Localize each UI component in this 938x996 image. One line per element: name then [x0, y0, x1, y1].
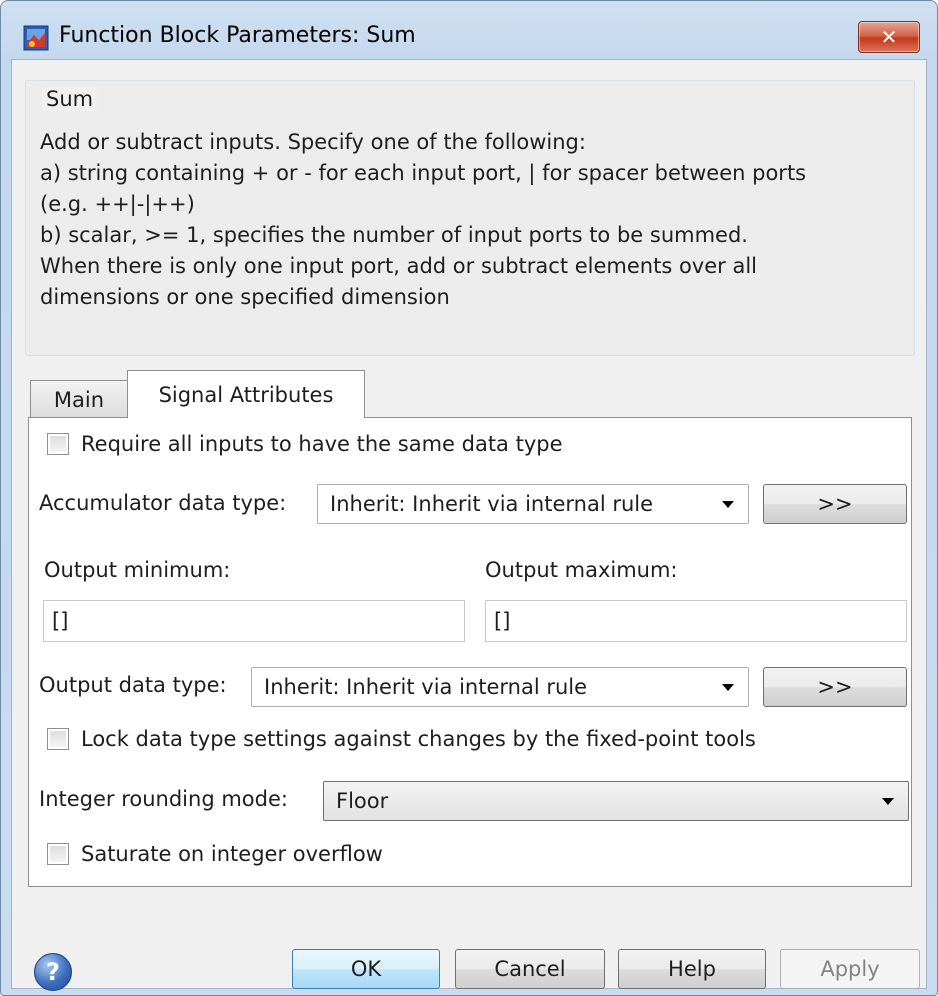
lock-settings-row[interactable]: Lock data type settings against changes … [47, 727, 756, 751]
dialog-client-area: Sum Add or subtract inputs. Specify one … [11, 59, 927, 991]
group-legend: Sum [42, 87, 98, 111]
help-button[interactable]: Help [618, 949, 766, 989]
saturate-checkbox[interactable] [47, 843, 69, 865]
output-minimum-label: Output minimum: [44, 558, 231, 582]
output-maximum-input[interactable]: [] [485, 600, 907, 642]
tab-strip: Main Signal Attributes [30, 368, 910, 418]
description-group: Sum Add or subtract inputs. Specify one … [25, 80, 915, 356]
close-icon: ✕ [880, 25, 898, 49]
output-type-label: Output data type: [39, 673, 227, 697]
output-type-value: Inherit: Inherit via internal rule [264, 675, 588, 699]
chevron-down-icon [722, 501, 734, 508]
description-line: (e.g. ++|-|++) [40, 192, 195, 216]
chevron-down-icon [722, 684, 734, 691]
window-title: Function Block Parameters: Sum [59, 23, 416, 48]
lock-settings-label: Lock data type settings against changes … [81, 727, 756, 751]
block-description: Add or subtract inputs. Specify one of t… [40, 127, 906, 313]
accumulator-assistant-button[interactable]: >> [763, 484, 907, 524]
accumulator-type-row: Accumulator data type: [39, 491, 286, 515]
description-line: a) string containing + or - for each inp… [40, 161, 807, 185]
accumulator-type-label: Accumulator data type: [39, 491, 287, 515]
require-same-type-label: Require all inputs to have the same data… [81, 432, 563, 456]
rounding-mode-select[interactable]: Floor [323, 781, 909, 821]
accumulator-type-select[interactable]: Inherit: Inherit via internal rule [317, 484, 749, 524]
output-maximum-row: Output maximum: [485, 558, 678, 582]
signal-attributes-panel: Require all inputs to have the same data… [28, 417, 912, 887]
saturate-label: Saturate on integer overflow [81, 842, 383, 866]
chevron-down-icon [882, 798, 894, 805]
require-same-type-checkbox[interactable] [47, 433, 69, 455]
close-button[interactable]: ✕ [858, 21, 920, 53]
output-maximum-label: Output maximum: [485, 558, 678, 582]
require-same-type-row[interactable]: Require all inputs to have the same data… [47, 432, 563, 456]
description-line: b) scalar, >= 1, specifies the number of… [40, 223, 748, 247]
rounding-mode-label: Integer rounding mode: [39, 787, 288, 811]
dialog-window: Function Block Parameters: Sum ✕ Sum Add… [0, 0, 938, 996]
cancel-button[interactable]: Cancel [455, 949, 605, 989]
output-type-assistant-button[interactable]: >> [763, 667, 907, 707]
description-line: When there is only one input port, add o… [40, 254, 757, 278]
question-icon[interactable]: ? [34, 953, 72, 991]
lock-settings-checkbox[interactable] [47, 728, 69, 750]
output-minimum-input[interactable]: [] [43, 600, 465, 642]
output-minimum-row: Output minimum: [44, 558, 230, 582]
question-glyph: ? [46, 958, 60, 986]
rounding-mode-row: Integer rounding mode: [39, 787, 288, 811]
output-type-select[interactable]: Inherit: Inherit via internal rule [251, 667, 749, 707]
description-line: dimensions or one specified dimension [40, 285, 450, 309]
description-line: Add or subtract inputs. Specify one of t… [40, 130, 586, 154]
saturate-row[interactable]: Saturate on integer overflow [47, 842, 383, 866]
output-type-row: Output data type: [39, 673, 227, 697]
simulink-block-icon [23, 25, 49, 51]
ok-button[interactable]: OK [292, 949, 440, 989]
apply-button[interactable]: Apply [780, 949, 920, 989]
tab-signal-attributes[interactable]: Signal Attributes [127, 370, 365, 418]
tab-main[interactable]: Main [30, 380, 128, 418]
rounding-mode-value: Floor [336, 789, 389, 813]
accumulator-type-value: Inherit: Inherit via internal rule [330, 492, 654, 516]
